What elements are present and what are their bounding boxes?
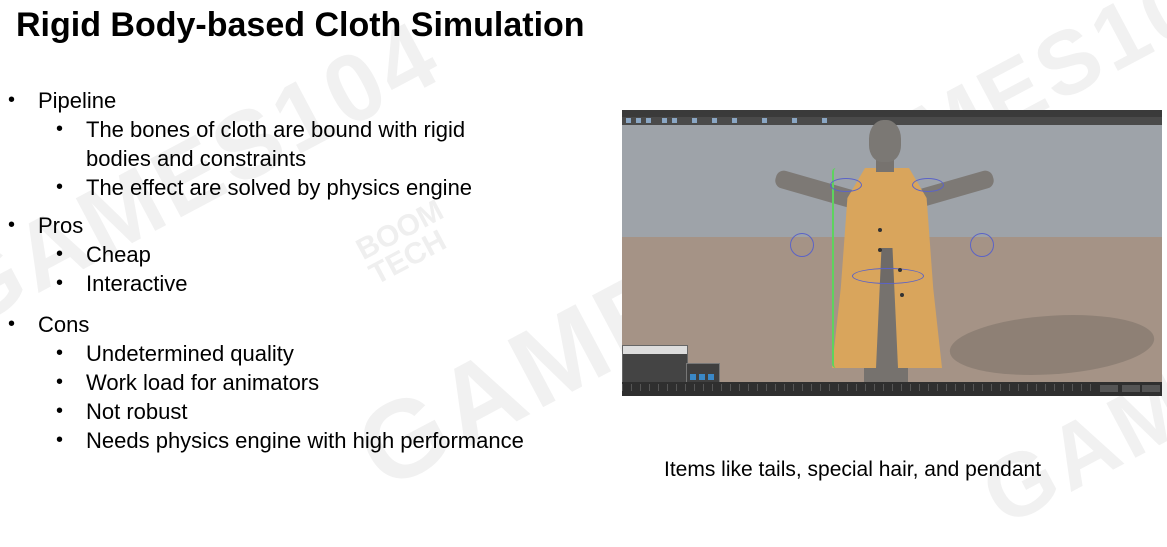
bullet-text: Cons — [38, 312, 90, 337]
tool-settings-panel — [622, 345, 688, 385]
bullet-dot: • — [56, 272, 64, 294]
timeline-frame-field — [1100, 385, 1118, 392]
editor-screenshot — [622, 110, 1162, 396]
sub-bullet-item: • The effect are solved by physics engin… — [56, 173, 473, 202]
bullet-dot: • — [56, 429, 64, 451]
bullet-dot: • — [56, 342, 64, 364]
toolbar-tool-icon — [636, 118, 641, 123]
panel-titlebar — [623, 346, 687, 354]
bullet-dot: • — [8, 313, 16, 335]
sub-bullet-text: bodies and constraints — [86, 146, 307, 171]
bullet-dot: • — [56, 243, 64, 265]
bullet-dot: • — [56, 400, 64, 422]
bullet-text: Pros — [38, 213, 84, 238]
bullet-item: • Pros — [8, 211, 84, 240]
sub-bullet-text: Needs physics engine with high performan… — [86, 428, 524, 453]
coat-button — [900, 293, 904, 297]
toolbar-tool-icon — [672, 118, 677, 123]
image-caption: Items like tails, special hair, and pend… — [664, 458, 1042, 481]
sub-bullet-item: • Undetermined quality — [56, 339, 294, 368]
toolbar-tool-icon — [646, 118, 651, 123]
rig-control-ring — [790, 233, 814, 257]
rig-control-ring — [912, 178, 944, 192]
sub-bullet-text: Work load for animators — [86, 370, 320, 395]
head — [869, 120, 901, 162]
bullet-item: • Pipeline — [8, 86, 117, 115]
coat-button — [898, 268, 902, 272]
sub-bullet-item: • Work load for animators — [56, 368, 320, 397]
sub-bullet-text: The effect are solved by physics engine — [86, 175, 473, 200]
sub-bullet-item: • Interactive — [56, 269, 188, 298]
rig-control-ring — [970, 233, 994, 257]
character-model — [772, 118, 1022, 388]
bullet-dot: • — [56, 118, 64, 140]
bullet-dot: • — [56, 371, 64, 393]
slide-title: Rigid Body-based Cloth Simulation — [16, 6, 585, 44]
toolbar-tool-icon — [662, 118, 667, 123]
toolbar-tool-icon — [692, 118, 697, 123]
toolbar-tool-icon — [626, 118, 631, 123]
sub-bullet-text: Interactive — [86, 271, 188, 296]
bullet-dot: • — [56, 176, 64, 198]
timeline-playback-controls — [1122, 385, 1140, 392]
bullet-item: • Cons — [8, 310, 90, 339]
coat-button — [878, 248, 882, 252]
sub-bullet-text: Cheap — [86, 242, 151, 267]
rig-control-ring — [830, 178, 862, 192]
sub-bullet-text: Not robust — [86, 399, 188, 424]
bullet-dot: • — [8, 214, 16, 236]
bullet-text: Pipeline — [38, 88, 117, 113]
timeline-playback-controls — [1142, 385, 1160, 392]
editor-menubar — [622, 110, 1162, 117]
sub-bullet-text: Undetermined quality — [86, 341, 294, 366]
toolbar-tool-icon — [762, 118, 767, 123]
sub-bullet-item: • Cheap — [56, 240, 151, 269]
boomtech-watermark: BOOM TECH — [351, 194, 461, 292]
panel-tool-icon — [708, 374, 714, 380]
sub-bullet-item: • Not robust — [56, 397, 188, 426]
rig-control-ring — [852, 268, 924, 284]
bullet-dot: • — [8, 89, 16, 111]
sub-bullet-item: • The bones of cloth are bound with rigi… — [56, 115, 466, 144]
coat-button — [878, 228, 882, 232]
timeline-ticks — [622, 384, 1092, 391]
toolbar-tool-icon — [712, 118, 717, 123]
sub-bullet-continuation: bodies and constraints — [86, 144, 306, 173]
panel-tool-icon — [699, 374, 705, 380]
toolbar-tool-icon — [732, 118, 737, 123]
timeline-bar — [622, 382, 1162, 396]
sub-bullet-item: • Needs physics engine with high perform… — [56, 426, 524, 455]
panel-tool-icon — [690, 374, 696, 380]
sub-bullet-text: The bones of cloth are bound with rigid — [86, 117, 466, 142]
